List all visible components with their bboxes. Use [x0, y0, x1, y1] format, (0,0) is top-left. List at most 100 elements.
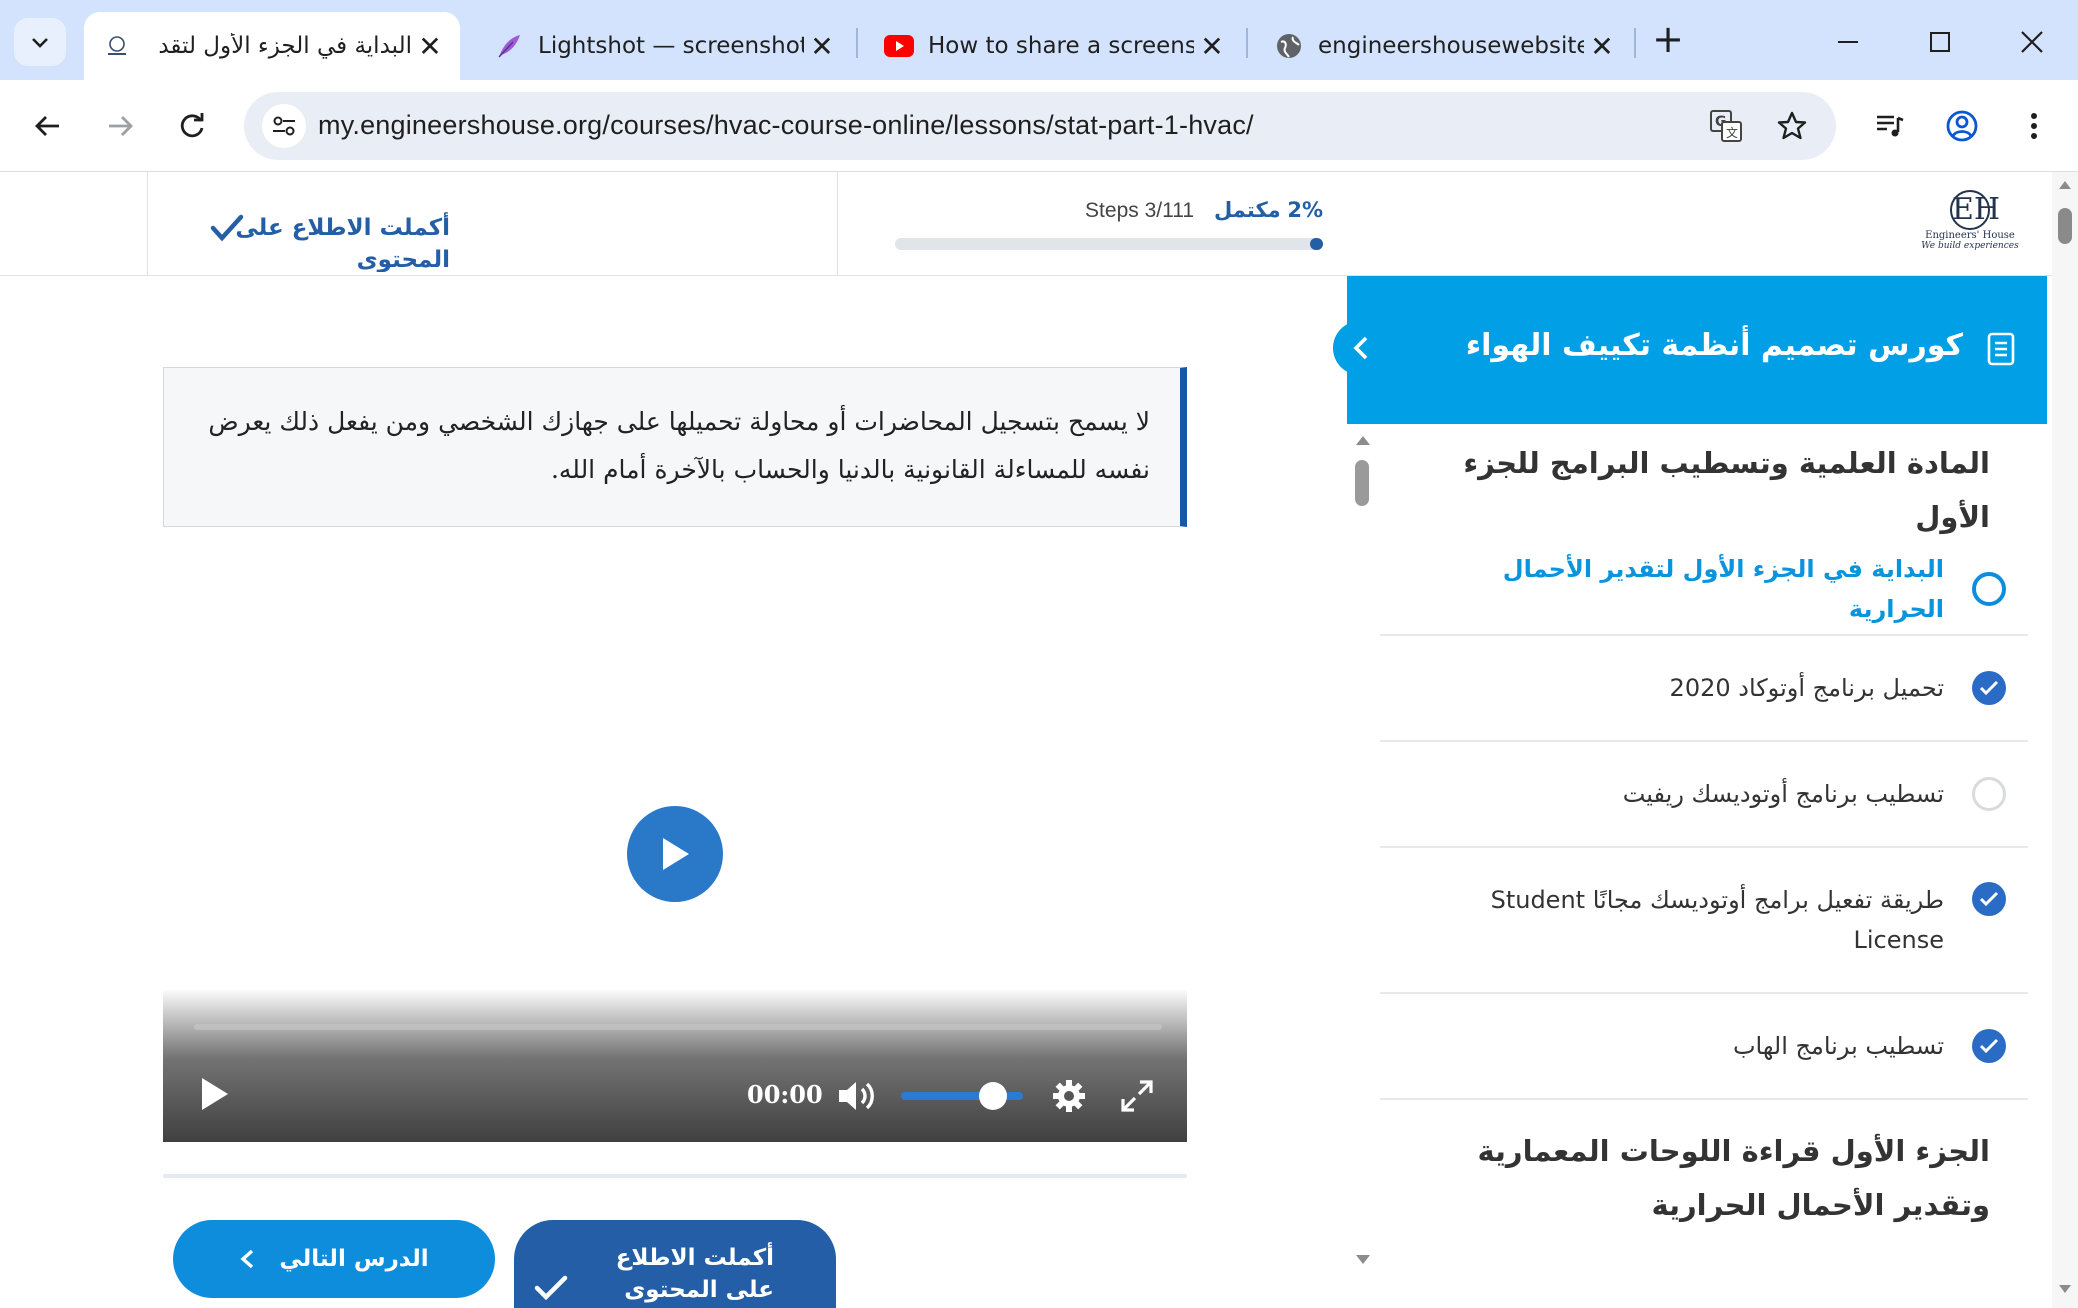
progress-label: مكتمل: [1214, 198, 1281, 222]
minimize-icon: [1838, 41, 1858, 43]
tab-youtube[interactable]: How to share a screens ✕: [866, 12, 1242, 80]
header-mark-complete-label: أكملت الاطلاع على المحتوى: [235, 215, 450, 272]
browser-menu-button[interactable]: [2010, 102, 2058, 150]
recording-warning-notice: لا يسمح بتسجيل المحاضرات أو محاولة تحميل…: [163, 367, 1187, 527]
lesson-item[interactable]: تحميل برنامج أوتوكاد 2020: [1380, 636, 2028, 742]
lesson-header: أكملت الاطلاع على المحتوى 2% مكتمل Steps…: [0, 172, 2052, 276]
browser-tab-strip: البداية في الجزء الأول لتقد ✕ Lightshot …: [0, 0, 2078, 80]
lesson-status-incomplete-icon: [1972, 777, 2006, 811]
maximize-button[interactable]: [1910, 18, 1970, 66]
youtube-icon: [884, 31, 914, 61]
logo-tagline: We build experiences: [1921, 241, 2019, 251]
arrow-right-icon: [109, 116, 133, 136]
volume-icon: [839, 1082, 874, 1110]
tab-separator: [856, 28, 858, 58]
tab-title: How to share a screens: [928, 33, 1194, 59]
scroll-up-arrow-icon: [1356, 436, 1370, 445]
next-lesson-button[interactable]: الدرس التالي: [173, 1220, 495, 1298]
close-tab-icon[interactable]: ✕: [1584, 28, 1620, 64]
more-vertical-icon: [2031, 113, 2037, 139]
new-tab-button[interactable]: +: [1648, 20, 1688, 60]
content-divider: [163, 1174, 1187, 1178]
volume-slider-handle[interactable]: [978, 1082, 1007, 1110]
sidebar-scroll-thumb[interactable]: [1355, 460, 1369, 506]
tab-separator: [1634, 28, 1636, 58]
page-scroll-thumb[interactable]: [2058, 208, 2072, 244]
header-mark-complete-button[interactable]: أكملت الاطلاع على المحتوى: [210, 212, 450, 272]
mute-button[interactable]: [835, 1074, 879, 1118]
chevron-left-icon: [240, 1249, 254, 1269]
sidebar-lesson-list: المادة العلمية وتسطيب البرامج للجزء الأو…: [1380, 424, 2028, 1232]
close-tab-icon[interactable]: ✕: [1194, 28, 1230, 64]
progress-steps: Steps 3/111: [1085, 199, 1195, 222]
scroll-up-arrow-icon: [2059, 181, 2071, 189]
lesson-title: البداية في الجزء الأول لتقدير الأحمال ال…: [1502, 555, 1944, 623]
tab-search-button[interactable]: [14, 18, 66, 66]
lesson-title: تسطيب برنامج الهاب: [1732, 1032, 1944, 1060]
lesson-title: طريقة تفعيل برامج أوتوديسك مجانًا Studen…: [1490, 886, 1944, 954]
video-settings-button[interactable]: [1047, 1074, 1091, 1118]
address-bar[interactable]: my.engineershouse.org/courses/hvac-cours…: [244, 92, 1836, 160]
forward-button[interactable]: [96, 102, 144, 150]
course-progress: 2% مكتمل Steps 3/111: [895, 198, 1323, 250]
profile-button[interactable]: [1938, 102, 1986, 150]
sidebar-scrollbar[interactable]: [1347, 424, 1377, 1304]
feather-icon: [494, 31, 524, 61]
lesson-item[interactable]: طريقة تفعيل برامج أوتوديسك مجانًا Studen…: [1380, 848, 2028, 994]
page-scrollbar[interactable]: [2052, 172, 2078, 1308]
scroll-down-arrow-icon: [2059, 1285, 2071, 1293]
lesson-status-current-icon: [1972, 572, 2006, 606]
video-seek-bar[interactable]: [194, 1024, 1162, 1030]
video-time: 00:00: [747, 1080, 823, 1109]
course-title[interactable]: كورس تصميم أنظمة تكييف الهواء: [1466, 328, 1963, 363]
section-title[interactable]: الجزء الأول قراءة اللوحات المعمارية وتقد…: [1380, 1100, 2028, 1232]
close-tab-icon[interactable]: ✕: [412, 28, 448, 64]
chevron-left-icon: [1353, 336, 1368, 360]
engineers-house-favicon: [102, 31, 132, 61]
header-divider: [147, 172, 148, 276]
section-title[interactable]: المادة العلمية وتسطيب البرامج للجزء الأو…: [1380, 424, 2028, 544]
progress-bar: [895, 238, 1323, 250]
close-tab-icon[interactable]: ✕: [804, 28, 840, 64]
video-play-button[interactable]: [627, 806, 723, 902]
play-icon: [663, 838, 689, 870]
tab-separator: [1246, 28, 1248, 58]
fullscreen-icon: [1121, 1080, 1153, 1112]
back-button[interactable]: [24, 102, 72, 150]
bookmark-star-icon[interactable]: [1772, 106, 1812, 146]
globe-icon: [1274, 31, 1304, 61]
chevron-down-icon: [32, 38, 48, 48]
close-icon: [2021, 31, 2043, 53]
maximize-icon: [1930, 32, 1950, 52]
logo-mark: EH: [1950, 190, 2000, 230]
minimize-button[interactable]: [1818, 18, 1878, 66]
tab-engineershouse-website[interactable]: engineershousewebsite ✕: [1256, 12, 1632, 80]
reload-icon: [180, 113, 204, 138]
site-info-button[interactable]: [262, 104, 306, 148]
control-play-button[interactable]: [191, 1070, 239, 1118]
engineers-house-logo[interactable]: EH Engineers' House We build experiences: [1920, 190, 2020, 262]
svg-text:文: 文: [1726, 125, 1738, 140]
mark-complete-label: أكملت الاطلاع على المحتوى: [615, 1245, 774, 1303]
lesson-item[interactable]: البداية في الجزء الأول لتقدير الأحمال ال…: [1380, 544, 2028, 636]
url-text[interactable]: my.engineershouse.org/courses/hvac-cours…: [318, 110, 1254, 141]
tab-lightshot[interactable]: Lightshot — screenshot ✕: [476, 12, 852, 80]
reload-button[interactable]: [168, 102, 216, 150]
media-controls-button[interactable]: [1866, 102, 1914, 150]
logo-name: Engineers' House: [1925, 230, 2015, 241]
progress-percent: 2%: [1287, 198, 1323, 222]
lesson-completed-check-icon: [1972, 1029, 2006, 1063]
check-icon: [534, 1275, 568, 1301]
close-window-button[interactable]: [2002, 18, 2062, 66]
lesson-item[interactable]: تسطيب برنامج أوتوديسك ريفيت: [1380, 742, 2028, 848]
fullscreen-button[interactable]: [1115, 1074, 1159, 1118]
document-icon: [1987, 332, 2015, 366]
lesson-completed-check-icon: [1972, 882, 2006, 916]
lesson-item[interactable]: تسطيب برنامج الهاب: [1380, 994, 2028, 1100]
tab-lesson[interactable]: البداية في الجزء الأول لتقد ✕: [84, 12, 460, 80]
mark-complete-button[interactable]: أكملت الاطلاع على المحتوى: [514, 1220, 836, 1308]
gear-icon: [1053, 1080, 1085, 1112]
sidebar-collapse-button[interactable]: [1333, 321, 1387, 375]
header-divider: [837, 172, 838, 276]
translate-icon[interactable]: G文: [1706, 106, 1746, 146]
